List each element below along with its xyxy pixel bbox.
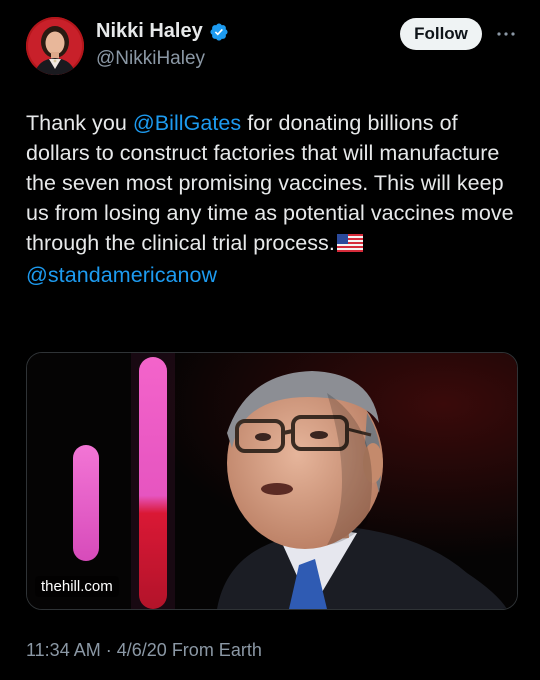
us-flag-icon: [336, 230, 363, 260]
tweet-card: Nikki Haley @NikkiHaley Follow Thank you…: [0, 0, 540, 680]
timestamp-separator: ·: [105, 640, 112, 660]
author-name-row: Nikki Haley: [96, 20, 229, 43]
link-domain-label: thehill.com: [35, 576, 119, 597]
follow-button[interactable]: Follow: [400, 18, 482, 50]
more-options-icon[interactable]: [494, 24, 518, 44]
mention-billgates-link[interactable]: @BillGates: [133, 111, 241, 135]
article-photo: [27, 353, 517, 609]
avatar-portrait: [26, 17, 84, 75]
author-display-name[interactable]: Nikki Haley: [96, 20, 203, 43]
author-avatar[interactable]: [26, 17, 84, 75]
verified-badge-icon: [209, 22, 229, 42]
link-preview-card[interactable]: thehill.com: [26, 352, 518, 610]
tweet-time[interactable]: 11:34 AM: [26, 640, 101, 660]
tweet-source: From Earth: [171, 640, 262, 660]
mention-standamericanow-link[interactable]: @standamericanow: [26, 263, 217, 287]
tweet-text: Thank you @BillGates for donating billio…: [26, 108, 516, 290]
tweet-timestamp: 11:34 AM · 4/6/20 From Earth: [26, 640, 262, 661]
author-handle[interactable]: @NikkiHaley: [96, 48, 205, 70]
tweet-text-part1: Thank you: [26, 111, 133, 135]
tweet-date[interactable]: 4/6/20: [117, 640, 167, 660]
